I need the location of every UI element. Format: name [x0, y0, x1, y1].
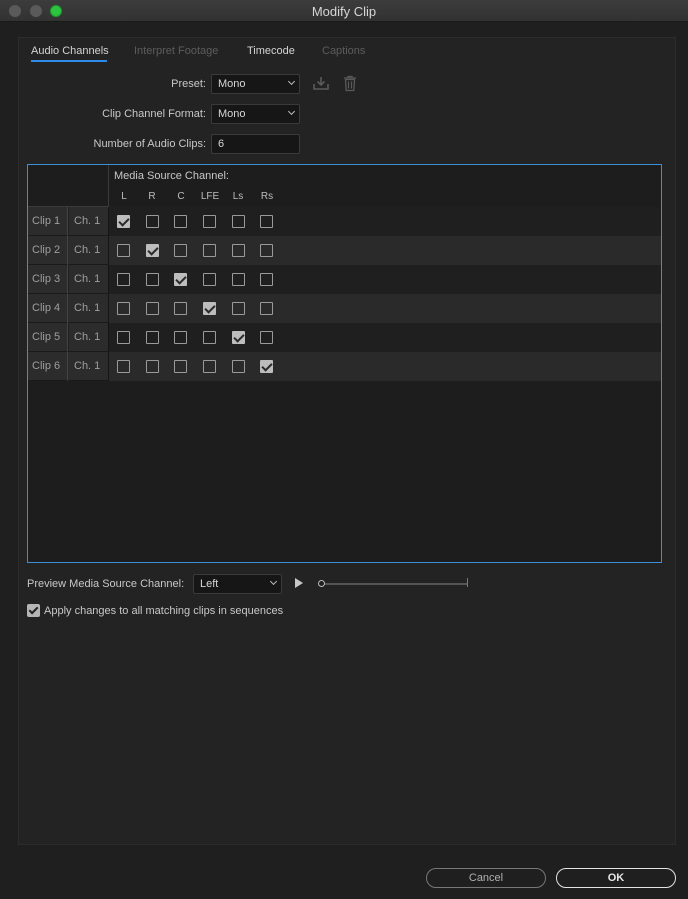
- active-tab-indicator: [31, 60, 107, 62]
- preset-value: Mono: [218, 78, 246, 90]
- scrubber-thumb[interactable]: [318, 580, 325, 587]
- preset-select[interactable]: Mono: [211, 74, 300, 94]
- channel-checkbox-r[interactable]: [146, 360, 159, 373]
- table-row: Clip 3 Ch. 1: [28, 265, 661, 294]
- channel-checkbox-lfe[interactable]: [203, 244, 216, 257]
- channel-checkbox-c[interactable]: [174, 331, 187, 344]
- channel-checkbox-r[interactable]: [146, 273, 159, 286]
- column-header-r: R: [148, 191, 156, 202]
- chevron-down-icon: [287, 107, 296, 116]
- tab-timecode[interactable]: Timecode: [247, 45, 295, 57]
- preview-scrubber[interactable]: [319, 583, 468, 585]
- channel-checkbox-r[interactable]: [146, 302, 159, 315]
- channel-checkbox-l[interactable]: [117, 302, 130, 315]
- channel-label: Ch. 1: [69, 352, 109, 381]
- channel-checkbox-l[interactable]: [117, 215, 130, 228]
- channel-checkbox-ls[interactable]: [232, 331, 245, 344]
- channel-checkbox-lfe[interactable]: [203, 215, 216, 228]
- tab-captions[interactable]: Captions: [322, 45, 365, 57]
- tab-audio-channels[interactable]: Audio Channels: [31, 45, 109, 57]
- scrubber-end: [467, 578, 468, 587]
- channel-checkbox-ls[interactable]: [232, 244, 245, 257]
- title-bar: Modify Clip: [0, 0, 688, 22]
- table-row: Clip 2 Ch. 1: [28, 236, 661, 265]
- clip-channel-format-value: Mono: [218, 108, 246, 120]
- preset-label: Preset:: [171, 78, 206, 90]
- table-row: Clip 1 Ch. 1: [28, 207, 661, 236]
- column-header-rs: Rs: [260, 191, 274, 202]
- chevron-down-icon: [287, 77, 296, 86]
- channel-checkbox-c[interactable]: [174, 302, 187, 315]
- grid-header-corner: [28, 165, 109, 207]
- channel-checkbox-rs[interactable]: [260, 331, 273, 344]
- column-header-c: C: [177, 191, 185, 202]
- channel-checkbox-r[interactable]: [146, 244, 159, 257]
- window-title: Modify Clip: [311, 4, 377, 19]
- chevron-down-icon: [269, 577, 278, 586]
- play-icon[interactable]: [295, 578, 303, 588]
- channel-label: Ch. 1: [69, 294, 109, 323]
- channel-label: Ch. 1: [69, 323, 109, 352]
- channel-checkbox-lfe[interactable]: [203, 360, 216, 373]
- number-of-audio-clips-label: Number of Audio Clips:: [93, 138, 207, 150]
- channel-checkbox-c[interactable]: [174, 215, 187, 228]
- clip-label: Clip 6: [28, 352, 68, 381]
- channel-checkbox-c[interactable]: [174, 360, 187, 373]
- clip-label: Clip 5: [28, 323, 68, 352]
- trash-icon[interactable]: [342, 75, 358, 95]
- channel-mapping-grid: Media Source Channel: L R C LFE Ls Rs Cl…: [27, 164, 662, 563]
- clip-label: Clip 2: [28, 236, 68, 265]
- channel-checkbox-ls[interactable]: [232, 215, 245, 228]
- channel-checkbox-c[interactable]: [174, 273, 187, 286]
- channel-checkbox-ls[interactable]: [232, 273, 245, 286]
- channel-checkbox-lfe[interactable]: [203, 273, 216, 286]
- clip-label: Clip 1: [28, 207, 68, 236]
- clip-label: Clip 3: [28, 265, 68, 294]
- column-header-l: L: [121, 191, 127, 202]
- preview-channel-label: Preview Media Source Channel:: [27, 578, 185, 590]
- clip-label: Clip 4: [28, 294, 68, 323]
- media-source-channel-heading: Media Source Channel:: [114, 170, 229, 182]
- clip-channel-format-select[interactable]: Mono: [211, 104, 300, 124]
- column-header-lfe: LFE: [200, 191, 220, 202]
- channel-checkbox-l[interactable]: [117, 331, 130, 344]
- channel-checkbox-lfe[interactable]: [203, 302, 216, 315]
- channel-label: Ch. 1: [69, 236, 109, 265]
- channel-label: Ch. 1: [69, 207, 109, 236]
- channel-checkbox-ls[interactable]: [232, 302, 245, 315]
- preview-channel-value: Left: [200, 578, 219, 590]
- channel-checkbox-c[interactable]: [174, 244, 187, 257]
- channel-checkbox-rs[interactable]: [260, 302, 273, 315]
- channel-checkbox-r[interactable]: [146, 215, 159, 228]
- channel-label: Ch. 1: [69, 265, 109, 294]
- column-header-ls: Ls: [232, 191, 244, 202]
- number-of-audio-clips-input[interactable]: 6: [211, 134, 300, 154]
- channel-checkbox-rs[interactable]: [260, 244, 273, 257]
- apply-changes-label: Apply changes to all matching clips in s…: [44, 605, 284, 617]
- table-row: Clip 6 Ch. 1: [28, 352, 661, 381]
- apply-changes-checkbox[interactable]: [27, 604, 40, 617]
- channel-checkbox-rs[interactable]: [260, 273, 273, 286]
- ok-button[interactable]: OK: [556, 868, 676, 888]
- channel-checkbox-l[interactable]: [117, 360, 130, 373]
- channel-checkbox-ls[interactable]: [232, 360, 245, 373]
- channel-checkbox-r[interactable]: [146, 331, 159, 344]
- number-of-audio-clips-value: 6: [218, 138, 225, 150]
- channel-checkbox-l[interactable]: [117, 273, 130, 286]
- table-row: Clip 4 Ch. 1: [28, 294, 661, 323]
- clip-channel-format-label: Clip Channel Format:: [102, 108, 206, 120]
- tab-interpret-footage[interactable]: Interpret Footage: [134, 45, 218, 57]
- channel-checkbox-rs[interactable]: [260, 215, 273, 228]
- channel-checkbox-l[interactable]: [117, 244, 130, 257]
- preview-channel-select[interactable]: Left: [193, 574, 282, 594]
- channel-checkbox-rs[interactable]: [260, 360, 273, 373]
- channel-checkbox-lfe[interactable]: [203, 331, 216, 344]
- save-preset-icon[interactable]: [312, 75, 330, 95]
- cancel-button[interactable]: Cancel: [426, 868, 546, 888]
- table-row: Clip 5 Ch. 1: [28, 323, 661, 352]
